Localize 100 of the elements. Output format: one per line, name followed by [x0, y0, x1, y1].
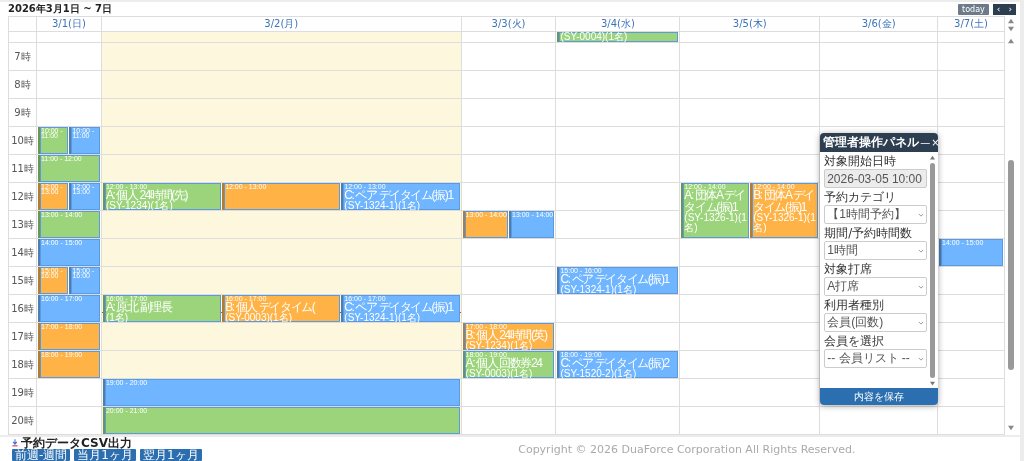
time-label: 17時	[9, 323, 37, 351]
select-field[interactable]: A打席	[824, 277, 928, 296]
calendar-cell[interactable]	[101, 267, 462, 295]
time-label: 15時	[9, 267, 37, 295]
day-header[interactable]: 3/7(土)	[938, 17, 1005, 32]
calendar-cell[interactable]	[461, 99, 557, 127]
calendar-cell[interactable]	[556, 43, 681, 71]
chevron-down-icon	[918, 320, 925, 325]
calendar-cell[interactable]	[101, 351, 462, 379]
field-label: 対象打席	[824, 263, 874, 276]
export-title: 予約データCSV出力	[21, 437, 132, 449]
calendar-cell[interactable]	[680, 99, 821, 127]
export-button[interactable]: 翌月1ヶ月	[140, 449, 202, 461]
calendar-cell[interactable]	[37, 379, 102, 407]
time-label: 14時	[9, 239, 37, 267]
scroll-up-icon[interactable]	[1006, 38, 1015, 44]
calendar-cell[interactable]	[37, 43, 102, 71]
chevron-down-icon	[918, 284, 925, 289]
calendar-cell[interactable]	[680, 407, 821, 435]
close-button[interactable]: ×	[931, 137, 939, 148]
calendar-cell[interactable]	[556, 99, 681, 127]
day-header[interactable]: 3/6(金)	[820, 17, 939, 32]
calendar-cell[interactable]	[938, 71, 1005, 99]
calendar-cell[interactable]	[820, 43, 939, 71]
calendar-cell[interactable]	[680, 43, 821, 71]
today-button[interactable]: today	[958, 3, 989, 15]
calendar-cell[interactable]	[461, 155, 557, 183]
calendar-cell[interactable]	[461, 43, 557, 71]
chevron-down-icon	[918, 356, 925, 361]
scroll-down-icon[interactable]	[1006, 425, 1015, 431]
calendar-cell[interactable]	[938, 32, 1005, 43]
minimize-button[interactable]: —	[920, 137, 931, 148]
export-button[interactable]: 当月1ヶ月	[74, 449, 136, 461]
calendar-cell[interactable]	[556, 295, 681, 323]
calendar-cell[interactable]	[101, 43, 462, 71]
scrollbar-thumb[interactable]	[930, 163, 936, 378]
calendar-cell[interactable]	[461, 379, 557, 407]
time-label: 12時	[9, 183, 37, 211]
calendar-cell[interactable]	[37, 32, 102, 43]
calendar-cell[interactable]	[938, 43, 1005, 71]
time-label: 8時	[9, 71, 37, 99]
calendar-cell[interactable]	[101, 127, 462, 155]
scroll-up-icon[interactable]	[929, 155, 937, 160]
copyright-text: Copyright © 2026 DuaForce Corporation All Rights Reserved.	[517, 442, 857, 456]
select-field[interactable]: 【1時間予約】	[824, 205, 928, 224]
calendar-cell[interactable]	[820, 99, 939, 127]
field-label: 利用者種別	[824, 299, 886, 312]
calendar-cell[interactable]	[101, 323, 462, 351]
calendar-cell[interactable]	[820, 407, 939, 435]
calendar-cell[interactable]	[101, 155, 462, 183]
select-field[interactable]: -- 会員リスト --	[824, 349, 928, 368]
calendar-cell[interactable]	[461, 407, 557, 435]
calendar-cell[interactable]	[680, 71, 821, 99]
calendar-cell[interactable]	[680, 32, 821, 43]
select-field[interactable]: 会員(回数)	[824, 313, 928, 332]
calendar-cell[interactable]	[461, 239, 557, 267]
scroll-down-icon[interactable]	[1006, 26, 1015, 32]
day-header[interactable]: 3/1(日)	[37, 17, 102, 32]
chevron-down-icon	[918, 248, 925, 253]
time-label: 11時	[9, 155, 37, 183]
time-label: 20時	[9, 407, 37, 435]
calendar-cell[interactable]	[820, 32, 939, 43]
calendar-cell[interactable]	[37, 71, 102, 99]
calendar-cell[interactable]	[556, 211, 681, 239]
scroll-up-icon[interactable]	[1006, 18, 1015, 24]
calendar-cell[interactable]	[101, 239, 462, 267]
calendar-cell[interactable]	[820, 71, 939, 99]
calendar-cell[interactable]	[461, 32, 557, 43]
event-block[interactable]: (SY-0004)(1名)	[557, 32, 679, 42]
calendar-cell[interactable]	[101, 71, 462, 99]
chevron-down-icon	[918, 212, 925, 217]
calendar-cell[interactable]	[938, 99, 1005, 127]
scroll-down-icon[interactable]	[929, 381, 937, 386]
field-label: 会員を選択	[824, 335, 886, 348]
calendar-cell[interactable]	[37, 407, 102, 435]
calendar-cell[interactable]	[556, 183, 681, 211]
time-label: 19時	[9, 379, 37, 407]
day-header[interactable]: 3/3(火)	[461, 17, 557, 32]
calendar-cell[interactable]	[556, 127, 681, 155]
calendar-cell[interactable]	[556, 155, 681, 183]
export-button[interactable]: 前週-週間	[12, 449, 71, 461]
calendar-cell[interactable]	[680, 127, 821, 155]
calendar-cell[interactable]	[101, 99, 462, 127]
calendar-cell[interactable]	[101, 32, 462, 43]
calendar-cell[interactable]	[556, 379, 681, 407]
day-header[interactable]: 3/5(木)	[680, 17, 821, 32]
field-label: 期間/予約時間数	[824, 227, 914, 240]
scrollbar-thumb[interactable]	[1007, 159, 1014, 370]
calendar-cell[interactable]	[101, 211, 462, 239]
time-label: 7時	[9, 43, 37, 71]
select-field[interactable]: 1時間	[824, 241, 928, 260]
calendar-cell[interactable]	[556, 71, 681, 99]
calendar-cell[interactable]	[461, 267, 557, 295]
calendar-cell[interactable]	[461, 127, 557, 155]
time-label: 16時	[9, 295, 37, 323]
calendar-cell[interactable]	[938, 407, 1005, 435]
save-button[interactable]: 内容を保存	[820, 388, 939, 405]
calendar-cell[interactable]	[461, 71, 557, 99]
panel-title: 管理者操作パネル	[823, 134, 920, 151]
calendar-cell[interactable]	[556, 407, 681, 435]
